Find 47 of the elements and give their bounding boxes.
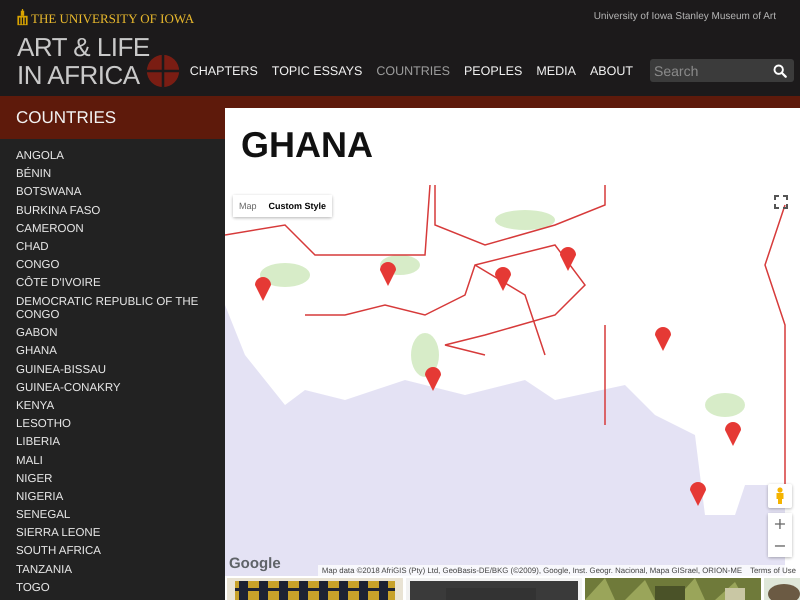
search-icon (773, 64, 787, 78)
nav-link[interactable]: MEDIA (529, 64, 583, 78)
site-title[interactable]: ART & LIFE IN AFRICA (17, 33, 150, 89)
country-link[interactable]: GHANA (16, 345, 215, 359)
map-type-button[interactable]: Map (233, 195, 263, 217)
country-link[interactable]: GUINEA-CONAKRY (16, 382, 215, 396)
country-link[interactable]: SENEGAL (16, 509, 215, 523)
country-link[interactable]: NIGERIA (16, 490, 215, 504)
cross-circle-logo (146, 54, 180, 88)
pegman-icon (775, 487, 785, 505)
country-link[interactable]: BOTSWANA (16, 186, 215, 200)
country-link[interactable]: MALI (16, 454, 215, 468)
fullscreen-icon (774, 195, 788, 209)
country-link[interactable]: BÉNIN (16, 168, 215, 182)
nav-link[interactable]: PEOPLES (456, 64, 530, 78)
country-link[interactable]: TOGO (16, 582, 215, 596)
zoom-out-button[interactable]: − (768, 535, 792, 557)
country-link[interactable]: CHAD (16, 240, 215, 254)
country-link[interactable]: TANZANIA (16, 564, 215, 578)
capitol-icon (17, 9, 28, 26)
fullscreen-button[interactable] (774, 195, 788, 209)
country-link[interactable]: BURKINA FASO (16, 204, 215, 218)
country-link[interactable]: GABON (16, 327, 215, 341)
map-type-button[interactable]: Custom Style (262, 195, 332, 217)
page-title: GHANA (241, 124, 374, 166)
university-name: THE UNIVERSITY OF IOWA (31, 12, 194, 26)
map-logo: Google (229, 555, 281, 572)
sidebar-heading: COUNTRIES (0, 96, 225, 139)
museum-link[interactable]: University of Iowa Stanley Museum of Art (594, 11, 776, 22)
country-link[interactable]: ANGOLA (16, 150, 215, 164)
country-link[interactable]: CAMEROON (16, 222, 215, 236)
nav-link[interactable]: TOPIC ESSAYS (264, 64, 370, 78)
nav-link[interactable]: COUNTRIES (369, 64, 457, 78)
country-link[interactable]: DEMOCRATIC REPUBLIC OF THE CONGO (16, 296, 215, 322)
nav-link[interactable]: CHAPTERS (182, 64, 265, 78)
country-link[interactable]: NIGER (16, 472, 215, 486)
country-link[interactable]: SIERRA LEONE (16, 527, 215, 541)
country-link[interactable]: KENYA (16, 400, 215, 414)
country-link[interactable]: GUINEA-BISSAU (16, 364, 215, 378)
country-link[interactable]: CONGO (16, 259, 215, 273)
country-link[interactable]: LESOTHO (16, 418, 215, 432)
country-link[interactable]: CÔTE D'IVOIRE (16, 277, 215, 291)
nav-link[interactable]: ABOUT (582, 64, 640, 78)
country-link[interactable]: LIBERIA (16, 436, 215, 450)
search-field[interactable]: Search (650, 59, 794, 82)
country-link[interactable]: SOUTH AFRICA (16, 545, 215, 559)
zoom-in-button[interactable]: + (768, 513, 792, 535)
